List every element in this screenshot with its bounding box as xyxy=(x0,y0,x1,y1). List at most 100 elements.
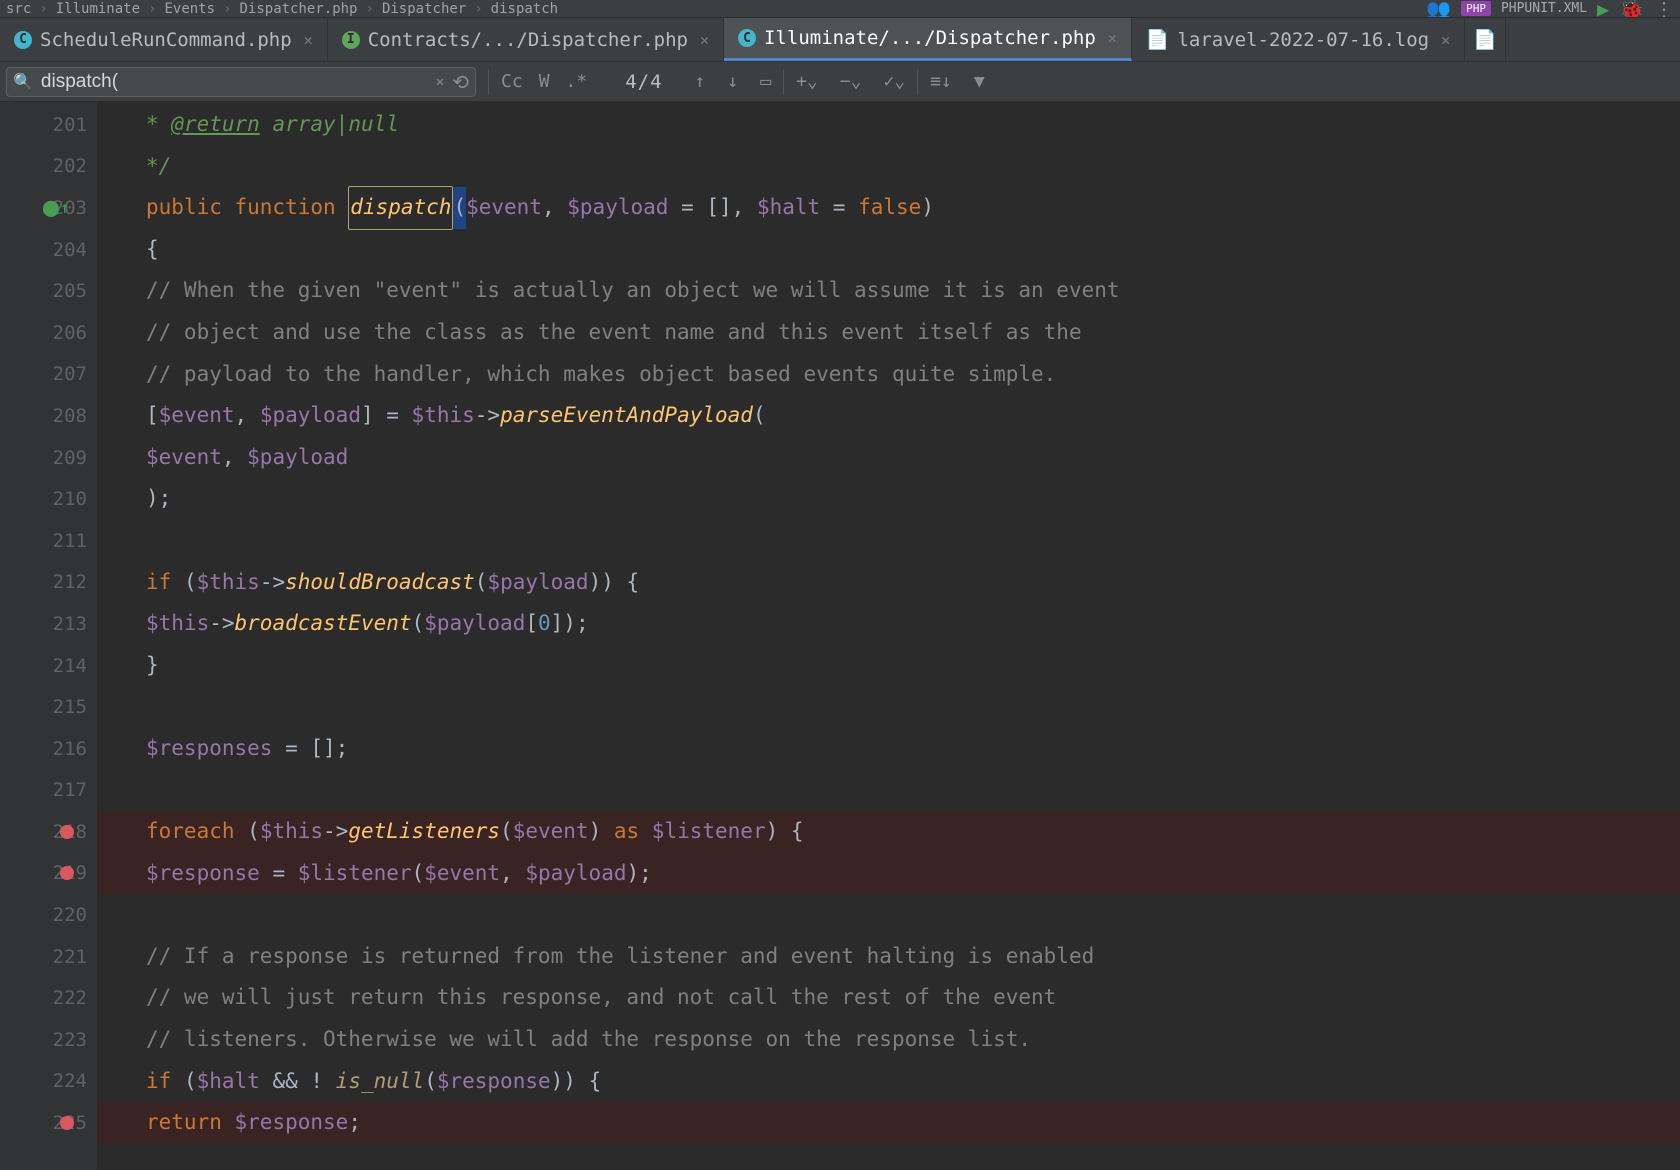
debug-icon[interactable]: 🐞 xyxy=(1619,0,1644,18)
gutter-line[interactable]: 204 xyxy=(0,229,97,271)
gutter-line[interactable]: 214 xyxy=(0,645,97,687)
gutter-line[interactable]: 218 xyxy=(0,811,97,853)
gutter[interactable]: 201202⬤↑20320420520620720820921021121221… xyxy=(0,102,98,1170)
editor-tabs: C ScheduleRunCommand.php ✕ I Contracts/.… xyxy=(0,18,1680,62)
gutter-line[interactable]: ⬤↑203 xyxy=(0,187,97,229)
php-badge: PHP xyxy=(1461,1,1491,16)
code-line[interactable] xyxy=(98,520,1680,562)
code-line[interactable] xyxy=(98,894,1680,936)
code-line[interactable]: if ($halt && ! is_null($response)) { xyxy=(98,1061,1680,1103)
breakpoint-icon[interactable] xyxy=(60,1116,74,1130)
close-icon[interactable]: ✕ xyxy=(304,31,313,49)
gutter-line[interactable]: 206 xyxy=(0,312,97,354)
code-line[interactable]: foreach ($this->getListeners($event) as … xyxy=(98,811,1680,853)
clear-icon[interactable]: ✕ xyxy=(436,74,444,90)
gutter-line[interactable]: 216 xyxy=(0,728,97,770)
select-all-icon[interactable]: ▭ xyxy=(760,71,771,92)
line-number: 210 xyxy=(47,488,87,510)
breadcrumb[interactable]: src› Illuminate› Events› Dispatcher.php›… xyxy=(6,1,1418,17)
add-selection-icon[interactable]: +⌄ xyxy=(796,71,818,92)
code-line[interactable]: $event, $payload xyxy=(98,437,1680,479)
code-line[interactable]: return $response; xyxy=(98,1102,1680,1144)
line-number: 208 xyxy=(47,405,87,427)
gutter-line[interactable]: 215 xyxy=(0,686,97,728)
gutter-line[interactable]: 219 xyxy=(0,853,97,895)
gutter-line[interactable]: 208 xyxy=(0,395,97,437)
gutter-line[interactable]: 225 xyxy=(0,1102,97,1144)
search-icon: 🔍 xyxy=(13,72,33,91)
close-icon[interactable]: ✕ xyxy=(1441,31,1450,49)
breadcrumb-item[interactable]: dispatch xyxy=(491,1,558,17)
breadcrumb-item[interactable]: Dispatcher xyxy=(382,1,466,17)
tab-contracts-dispatcher[interactable]: I Contracts/.../Dispatcher.php ✕ xyxy=(328,18,724,61)
code-line[interactable]: { xyxy=(98,229,1680,271)
gutter-line[interactable]: 212 xyxy=(0,562,97,604)
line-number: 216 xyxy=(47,738,87,760)
code-line[interactable] xyxy=(98,770,1680,812)
history-icon[interactable]: ⟲ xyxy=(452,70,469,94)
code-area[interactable]: * @return array|null */ public function … xyxy=(98,102,1680,1170)
gutter-line[interactable]: 205 xyxy=(0,270,97,312)
gutter-line[interactable]: 211 xyxy=(0,520,97,562)
gutter-line[interactable]: 201 xyxy=(0,104,97,146)
regex-toggle[interactable]: .* xyxy=(566,71,588,92)
code-line[interactable]: $responses = []; xyxy=(98,728,1680,770)
gutter-line[interactable]: 223 xyxy=(0,1019,97,1061)
breadcrumb-item[interactable]: Events xyxy=(164,1,215,17)
breadcrumb-item[interactable]: Dispatcher.php xyxy=(239,1,357,17)
code-line[interactable]: } xyxy=(98,645,1680,687)
code-line[interactable]: * @return array|null xyxy=(98,104,1680,146)
tab-log[interactable]: 📄 laravel-2022-07-16.log ✕ xyxy=(1132,18,1465,61)
gutter-line[interactable]: 221 xyxy=(0,936,97,978)
filter-icon[interactable]: ▼ xyxy=(974,71,985,92)
settings-icon[interactable]: ≡↓ xyxy=(930,71,952,92)
code-line[interactable]: [$event, $payload] = $this->parseEventAn… xyxy=(98,395,1680,437)
code-line[interactable]: // payload to the handler, which makes o… xyxy=(98,354,1680,396)
search-input[interactable] xyxy=(41,71,428,93)
gutter-line[interactable]: 202 xyxy=(0,146,97,188)
override-icon[interactable]: ⬤↑ xyxy=(42,198,70,217)
gutter-line[interactable]: 224 xyxy=(0,1061,97,1103)
tab-overflow[interactable]: 📄 xyxy=(1465,18,1506,61)
breadcrumb-item[interactable]: Illuminate xyxy=(56,1,140,17)
code-line[interactable]: ); xyxy=(98,478,1680,520)
gutter-line[interactable]: 217 xyxy=(0,770,97,812)
code-line[interactable]: // If a response is returned from the li… xyxy=(98,936,1680,978)
code-line[interactable]: // When the given "event" is actually an… xyxy=(98,270,1680,312)
users-icon[interactable]: 👥 xyxy=(1426,0,1451,18)
prev-match-icon[interactable]: ↑ xyxy=(695,71,706,92)
gutter-line[interactable]: 220 xyxy=(0,894,97,936)
words-toggle[interactable]: W xyxy=(539,71,550,92)
code-line[interactable] xyxy=(98,686,1680,728)
code-line[interactable]: // we will just return this response, an… xyxy=(98,977,1680,1019)
code-line[interactable]: // object and use the class as the event… xyxy=(98,312,1680,354)
tab-label: ScheduleRunCommand.php xyxy=(40,29,292,51)
code-line[interactable]: $this->broadcastEvent($payload[0]); xyxy=(98,603,1680,645)
gutter-line[interactable]: 209 xyxy=(0,437,97,479)
code-line[interactable]: */ xyxy=(98,146,1680,188)
gutter-line[interactable]: 207 xyxy=(0,354,97,396)
code-line[interactable]: if ($this->shouldBroadcast($payload)) { xyxy=(98,562,1680,604)
breadcrumb-item[interactable]: src xyxy=(6,1,31,17)
gutter-line[interactable]: 222 xyxy=(0,977,97,1019)
run-icon[interactable]: ▶ xyxy=(1597,0,1609,18)
code-line[interactable]: $response = $listener($event, $payload); xyxy=(98,853,1680,895)
match-case-toggle[interactable]: Cc xyxy=(501,71,523,92)
breakpoint-icon[interactable] xyxy=(60,825,74,839)
code-line[interactable]: // listeners. Otherwise we will add the … xyxy=(98,1019,1680,1061)
next-match-icon[interactable]: ↓ xyxy=(727,71,738,92)
tab-schedulerun[interactable]: C ScheduleRunCommand.php ✕ xyxy=(0,18,328,61)
file-icon: 📄 xyxy=(1473,28,1497,51)
top-toolbar: src› Illuminate› Events› Dispatcher.php›… xyxy=(0,0,1680,18)
run-config[interactable]: PHPUNIT.XML xyxy=(1501,1,1587,16)
close-icon[interactable]: ✕ xyxy=(700,31,709,49)
gutter-line[interactable]: 213 xyxy=(0,603,97,645)
tab-illuminate-dispatcher[interactable]: C Illuminate/.../Dispatcher.php ✕ xyxy=(724,18,1132,61)
close-icon[interactable]: ✕ xyxy=(1108,29,1117,47)
remove-selection-icon[interactable]: −⌄ xyxy=(840,71,862,92)
toggle-selection-icon[interactable]: ✓⌄ xyxy=(883,71,905,92)
more-icon[interactable]: ⋮ xyxy=(1654,0,1674,18)
find-bar: 🔍 ✕ ⟲ Cc W .* 4/4 ↑ ↓ ▭ +⌄ −⌄ ✓⌄ ≡↓ ▼ xyxy=(0,62,1680,102)
code-line[interactable]: public function dispatch($event, $payloa… xyxy=(98,187,1680,229)
gutter-line[interactable]: 210 xyxy=(0,478,97,520)
